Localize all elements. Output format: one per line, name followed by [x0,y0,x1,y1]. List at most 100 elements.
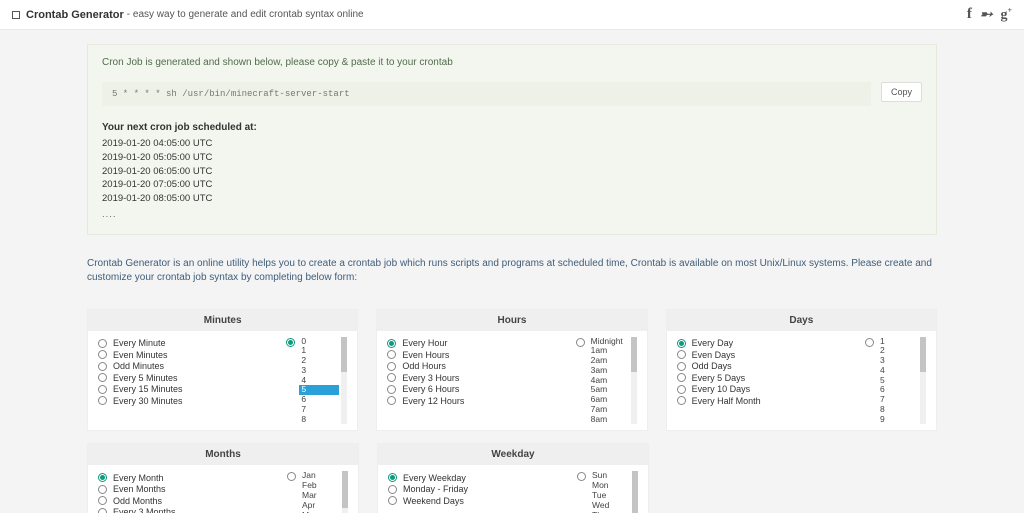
months-list[interactable]: Jan Feb Mar Apr May Jun [300,471,340,513]
radio-even-months[interactable]: Even Months [98,484,287,494]
radio-every-15-minutes[interactable]: Every 15 Minutes [98,384,286,394]
radio-label: Odd Months [113,496,162,506]
hours-list[interactable]: Midnight 1am 2am 3am 4am 5am 6am 7am 8am [589,337,629,425]
top-bar: Crontab Generator - easy way to generate… [0,0,1024,30]
radio-label: Every Hour [402,338,447,348]
hours-list-wrapper: Midnight 1am 2am 3am 4am 5am 6am 7am 8am [589,337,637,425]
radio-label: Every 3 Hours [402,373,459,383]
facebook-icon[interactable]: f [967,6,972,23]
description-text: Crontab Generator is an online utility h… [87,257,937,285]
radio-label: Odd Hours [402,361,446,371]
minutes-title: Minutes [88,310,357,331]
radio-label: Every 3 Months [113,507,176,513]
brand-title: Crontab Generator [26,9,124,21]
days-title: Days [667,310,936,331]
radio-label: Odd Days [692,361,732,371]
radio-every-weekday[interactable]: Every Weekday [388,473,577,483]
radio-label: Weekend Days [403,496,464,506]
radio-odd-days[interactable]: Odd Days [677,361,865,371]
radio-odd-minutes[interactable]: Odd Minutes [98,361,286,371]
page-content: Cron Job is generated and shown below, p… [87,44,937,513]
hours-scrollbar[interactable] [631,337,637,425]
hours-radio-group: Every Hour Even Hours Odd Hours Every 3 … [387,337,575,425]
radio-every-minute[interactable]: Every Minute [98,338,286,348]
minutes-card: Minutes Every Minute Even Minutes Odd Mi… [87,309,358,432]
radio-every-5-minutes[interactable]: Every 5 Minutes [98,373,286,383]
radio-every-3-months[interactable]: Every 3 Months [98,507,287,513]
radio-every-month[interactable]: Every Month [98,473,287,483]
radio-odd-hours[interactable]: Odd Hours [387,361,575,371]
radio-even-days[interactable]: Even Days [677,350,865,360]
weekday-list-wrapper: Sun Mon Tue Wed Thu Fri [590,471,638,513]
weekday-title: Weekday [378,444,648,465]
weekday-scrollbar[interactable] [632,471,638,513]
days-card: Days Every Day Even Days Odd Days Every … [666,309,937,432]
radio-label: Even Months [113,484,166,494]
next-run-item: 2019-01-20 05:05:00 UTC [102,151,922,165]
radio-label: Every 30 Minutes [113,396,183,406]
minutes-scrollbar[interactable] [341,337,347,425]
weekday-custom-radio[interactable] [577,472,586,481]
next-run-item: 2019-01-20 06:05:00 UTC [102,165,922,179]
radio-every-half-month[interactable]: Every Half Month [677,396,865,406]
radio-every-3-hours[interactable]: Every 3 Hours [387,373,575,383]
list-item[interactable]: 9 [878,415,918,425]
days-scrollbar[interactable] [920,337,926,425]
radio-label: Even Minutes [113,350,168,360]
radio-label: Even Hours [402,350,449,360]
copy-button[interactable]: Copy [881,82,922,102]
radio-even-hours[interactable]: Even Hours [387,350,575,360]
radio-every-5-days[interactable]: Every 5 Days [677,373,865,383]
weekday-card: Weekday Every Weekday Monday - Friday We… [377,443,649,513]
radio-every-10-days[interactable]: Every 10 Days [677,384,865,394]
radio-label: Every Weekday [403,473,466,483]
radio-even-minutes[interactable]: Even Minutes [98,350,286,360]
minutes-radio-group: Every Minute Even Minutes Odd Minutes Ev… [98,337,286,425]
radio-label: Every 6 Hours [402,384,459,394]
result-message: Cron Job is generated and shown below, p… [102,57,922,68]
cron-output-row: 5 * * * * sh /usr/bin/minecraft-server-s… [102,82,922,106]
radio-mon-fri[interactable]: Monday - Friday [388,484,577,494]
months-scrollbar[interactable] [342,471,348,513]
radio-every-30-minutes[interactable]: Every 30 Minutes [98,396,286,406]
months-card: Months Every Month Even Months Odd Month… [87,443,359,513]
brand-icon [12,11,20,19]
radio-label: Every 10 Days [692,384,751,394]
list-item[interactable]: 8 [299,415,339,425]
weekday-list[interactable]: Sun Mon Tue Wed Thu Fri [590,471,630,513]
months-custom-radio[interactable] [287,472,296,481]
radio-label: Every 5 Minutes [113,373,178,383]
radio-every-12-hours[interactable]: Every 12 Hours [387,396,575,406]
next-run-item: 2019-01-20 08:05:00 UTC [102,192,922,206]
days-radio-group: Every Day Even Days Odd Days Every 5 Day… [677,337,865,425]
radio-every-hour[interactable]: Every Hour [387,338,575,348]
radio-label: Every Day [692,338,734,348]
radio-odd-months[interactable]: Odd Months [98,496,287,506]
radio-label: Odd Minutes [113,361,164,371]
result-panel: Cron Job is generated and shown below, p… [87,44,937,235]
minutes-list-wrapper: 0 1 2 3 4 5 6 7 8 [299,337,347,425]
minutes-custom-radio[interactable] [286,338,295,347]
weekday-radio-group: Every Weekday Monday - Friday Weekend Da… [388,471,577,513]
twitter-icon[interactable]: ➸ [980,5,993,24]
hours-custom-radio[interactable] [576,338,585,347]
selector-row-2: Months Every Month Even Months Odd Month… [87,443,937,513]
minutes-list[interactable]: 0 1 2 3 4 5 6 7 8 [299,337,339,425]
google-plus-icon[interactable]: g+ [1000,6,1012,24]
radio-label: Even Days [692,350,736,360]
months-radio-group: Every Month Even Months Odd Months Every… [98,471,287,513]
months-title: Months [88,444,358,465]
next-run-more: .... [102,208,922,222]
hours-card: Hours Every Hour Even Hours Odd Hours Ev… [376,309,647,432]
radio-label: Every Half Month [692,396,761,406]
radio-every-day[interactable]: Every Day [677,338,865,348]
days-list[interactable]: 1 2 3 4 5 6 7 8 9 [878,337,918,425]
radio-every-6-hours[interactable]: Every 6 Hours [387,384,575,394]
radio-label: Every 15 Minutes [113,384,183,394]
days-custom-radio[interactable] [865,338,874,347]
cron-expression-output[interactable]: 5 * * * * sh /usr/bin/minecraft-server-s… [102,82,871,106]
list-item[interactable]: 8am [589,415,629,425]
radio-weekend-days[interactable]: Weekend Days [388,496,577,506]
radio-label: Monday - Friday [403,484,468,494]
brand-subtitle: - easy way to generate and edit crontab … [127,9,364,20]
